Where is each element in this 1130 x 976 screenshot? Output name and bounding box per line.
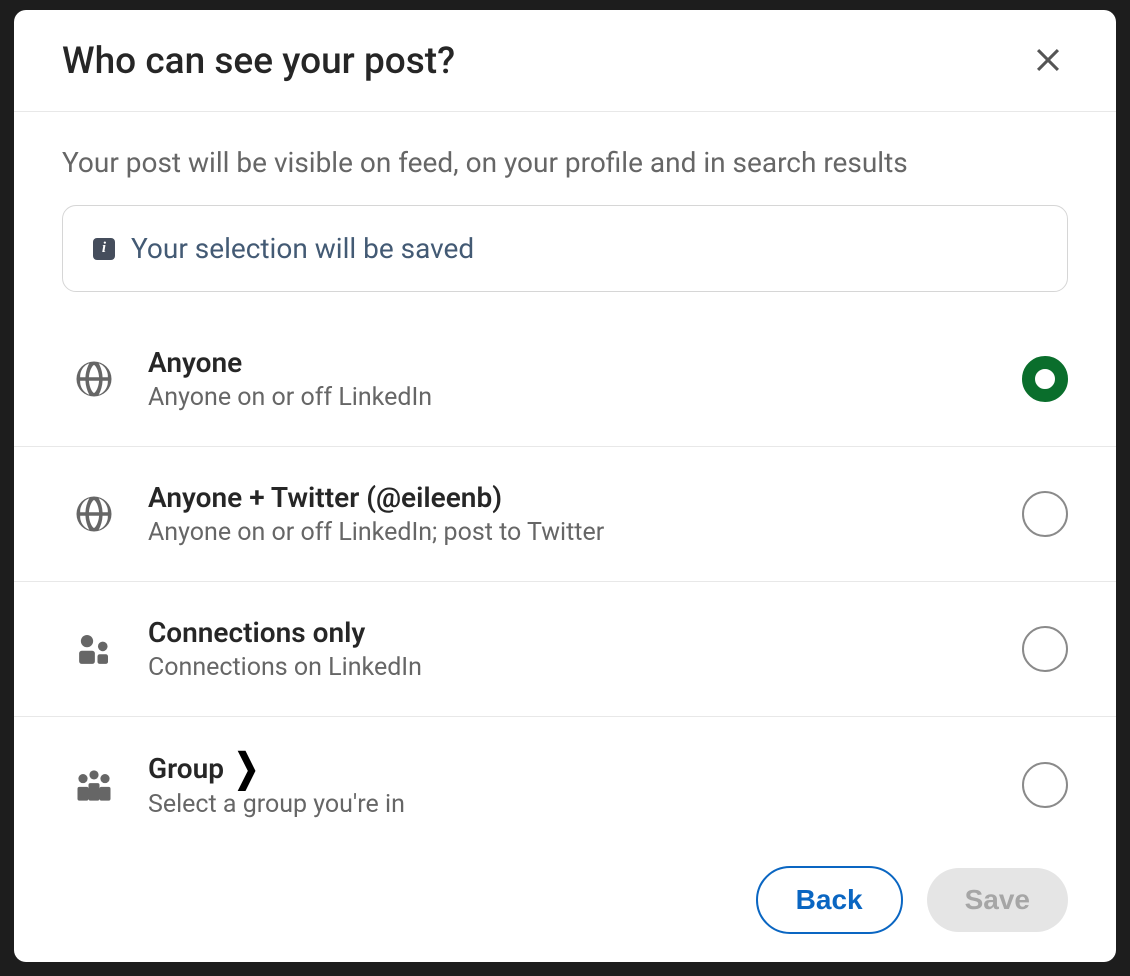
option-anyone-twitter[interactable]: Anyone + Twitter (@eileenb) Anyone on or… xyxy=(14,447,1116,582)
option-connections[interactable]: Connections only Connections on LinkedIn xyxy=(14,582,1116,717)
option-title: Connections only xyxy=(148,616,992,649)
visibility-modal: Who can see your post? Your post will be… xyxy=(14,10,1116,962)
connections-icon xyxy=(70,625,118,673)
option-desc: Anyone on or off LinkedIn xyxy=(148,383,992,412)
option-content: Connections only Connections on LinkedIn xyxy=(148,616,992,682)
save-button[interactable]: Save xyxy=(927,868,1068,932)
option-group[interactable]: Group ❯ Select a group you're in xyxy=(14,717,1116,844)
globe-icon xyxy=(70,355,118,403)
radio-unselected[interactable] xyxy=(1022,626,1068,672)
option-anyone[interactable]: Anyone Anyone on or off LinkedIn xyxy=(14,312,1116,447)
close-button[interactable] xyxy=(1028,42,1068,82)
option-list: Anyone Anyone on or off LinkedIn Anyone … xyxy=(14,312,1116,844)
radio-selected[interactable] xyxy=(1022,356,1068,402)
group-icon xyxy=(70,761,118,809)
option-title-text: Group xyxy=(148,752,224,785)
modal-title: Who can see your post? xyxy=(62,40,455,83)
option-title: Group ❯ xyxy=(148,751,992,786)
radio-unselected[interactable] xyxy=(1022,762,1068,808)
info-text: Your selection will be saved xyxy=(131,232,474,265)
close-icon xyxy=(1031,43,1065,80)
option-desc: Select a group you're in xyxy=(148,790,992,819)
info-icon: i xyxy=(93,238,115,260)
option-desc: Connections on LinkedIn xyxy=(148,653,992,682)
option-title: Anyone + Twitter (@eileenb) xyxy=(148,481,992,514)
option-content: Group ❯ Select a group you're in xyxy=(148,751,992,819)
modal-subtitle: Your post will be visible on feed, on yo… xyxy=(14,112,1116,205)
option-content: Anyone + Twitter (@eileenb) Anyone on or… xyxy=(148,481,992,547)
modal-header: Who can see your post? xyxy=(14,10,1116,112)
globe-icon xyxy=(70,490,118,538)
option-content: Anyone Anyone on or off LinkedIn xyxy=(148,346,992,412)
modal-body: Your post will be visible on feed, on yo… xyxy=(14,112,1116,844)
option-title: Anyone xyxy=(148,346,992,379)
chevron-right-icon: ❯ xyxy=(234,746,259,792)
modal-footer: Back Save xyxy=(14,844,1116,962)
radio-unselected[interactable] xyxy=(1022,491,1068,537)
option-desc: Anyone on or off LinkedIn; post to Twitt… xyxy=(148,518,992,547)
back-button[interactable]: Back xyxy=(756,866,903,934)
info-box: i Your selection will be saved xyxy=(62,205,1068,292)
